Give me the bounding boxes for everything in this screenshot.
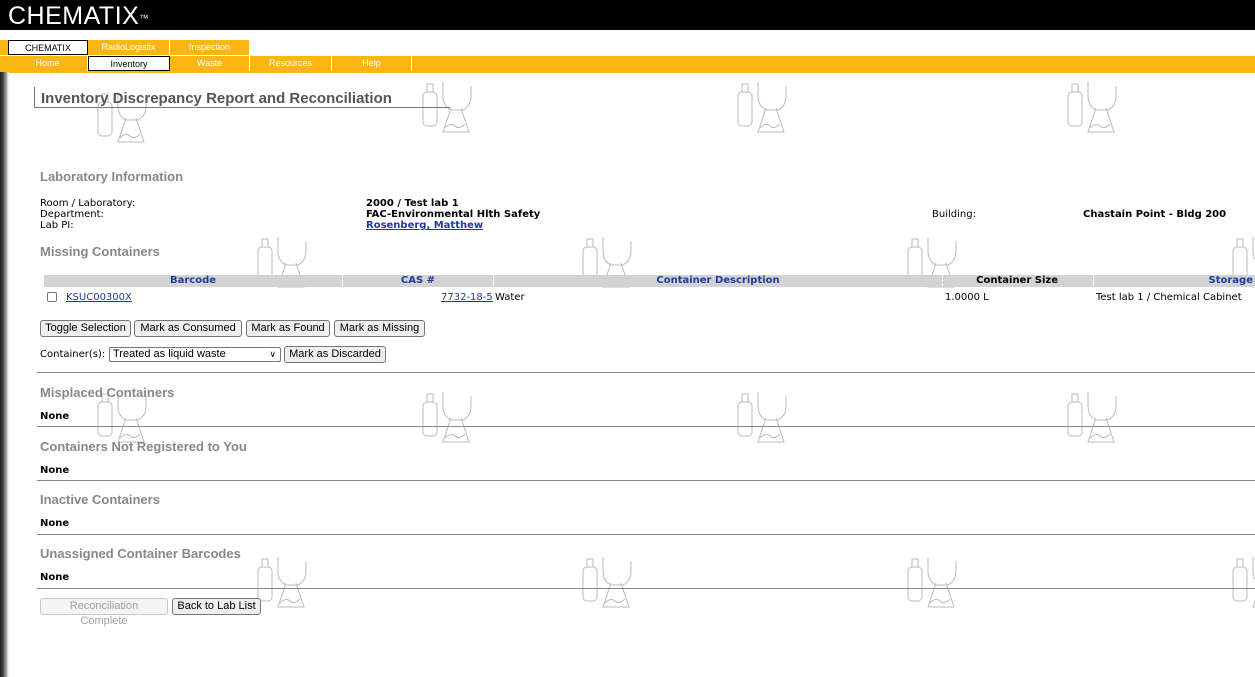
sort-cas-link[interactable]: CAS #	[401, 275, 435, 286]
nav-help[interactable]: Help	[332, 56, 412, 71]
unassigned-heading: Unassigned Container Barcodes	[40, 546, 241, 561]
building-label: Building:	[932, 209, 976, 220]
mark-missing-button[interactable]: Mark as Missing	[334, 320, 425, 337]
misplaced-heading: Misplaced Containers	[40, 385, 175, 400]
reconciliation-complete-button[interactable]: Reconciliation Complete	[40, 598, 168, 627]
department-label: Department:	[40, 209, 104, 220]
page-title: Inventory Discrepancy Report and Reconci…	[41, 90, 392, 107]
description-cell: Water	[495, 292, 525, 303]
left-shadow	[0, 72, 9, 677]
inactive-none: None	[40, 518, 70, 529]
building-value: Chastain Point - Bldg 200	[1083, 209, 1227, 220]
app-logo: CHEMATIX™	[8, 2, 149, 30]
sort-storage-link[interactable]: Storage	[1209, 275, 1253, 286]
not-registered-none: None	[40, 465, 70, 476]
sort-description-link[interactable]: Container Description	[656, 275, 779, 286]
tab-radiologistix[interactable]: RadioLogistix	[88, 40, 170, 55]
misplaced-none: None	[40, 411, 70, 422]
col-barcode[interactable]: Barcode	[44, 275, 342, 287]
divider	[37, 534, 1255, 535]
col-size: Container Size	[943, 275, 1093, 287]
back-to-lab-list-button[interactable]: Back to Lab List	[172, 598, 261, 615]
app-header: CHEMATIX™	[0, 0, 1255, 30]
mark-found-button[interactable]: Mark as Found	[246, 320, 330, 337]
divider	[37, 426, 1255, 427]
divider	[37, 588, 1255, 589]
barcode-link[interactable]: KSUC00300X	[66, 292, 132, 303]
tab-chematix[interactable]: CHEMATIX	[8, 40, 88, 55]
tab-inspection[interactable]: Inspection	[170, 40, 250, 55]
mark-consumed-button[interactable]: Mark as Consumed	[134, 320, 242, 337]
missing-heading: Missing Containers	[40, 244, 160, 259]
pi-label: Lab PI:	[40, 220, 74, 231]
disposal-select[interactable]: Treated as liquid waste ∨	[109, 347, 281, 362]
inactive-heading: Inactive Containers	[40, 492, 160, 507]
lab-info-heading: Laboratory Information	[40, 169, 184, 184]
room-label: Room / Laboratory:	[40, 198, 136, 209]
mark-discarded-button[interactable]: Mark as Discarded	[284, 346, 386, 363]
nav-inventory[interactable]: Inventory	[88, 56, 170, 71]
nav-waste[interactable]: Waste	[170, 56, 250, 71]
disposal-selected-value: Treated as liquid waste	[113, 348, 226, 360]
divider	[37, 480, 1255, 481]
pi-link[interactable]: Rosenberg, Matthew	[366, 220, 483, 231]
chevron-down-icon: ∨	[269, 349, 276, 359]
row-checkbox[interactable]	[47, 292, 57, 302]
storage-cell: Test lab 1 / Chemical Cabinet	[1096, 292, 1242, 303]
divider	[37, 372, 1255, 373]
col-description[interactable]: Container Description	[494, 275, 942, 287]
nav-home[interactable]: Home	[8, 56, 88, 71]
toggle-selection-button[interactable]: Toggle Selection	[40, 320, 131, 337]
col-storage[interactable]: Storage	[1094, 275, 1255, 287]
container-label: Container(s):	[40, 349, 106, 360]
not-registered-heading: Containers Not Registered to You	[40, 439, 247, 454]
size-cell: 1.0000 L	[945, 292, 989, 303]
department-value: FAC-Environmental Hlth Safety	[366, 209, 541, 220]
nav-resources[interactable]: Resources	[250, 56, 332, 71]
sort-barcode-link[interactable]: Barcode	[170, 275, 216, 286]
unassigned-none: None	[40, 572, 70, 583]
room-value: 2000 / Test lab 1	[366, 198, 459, 209]
col-cas[interactable]: CAS #	[343, 275, 493, 287]
cas-link[interactable]: 7732-18-5	[441, 292, 493, 303]
